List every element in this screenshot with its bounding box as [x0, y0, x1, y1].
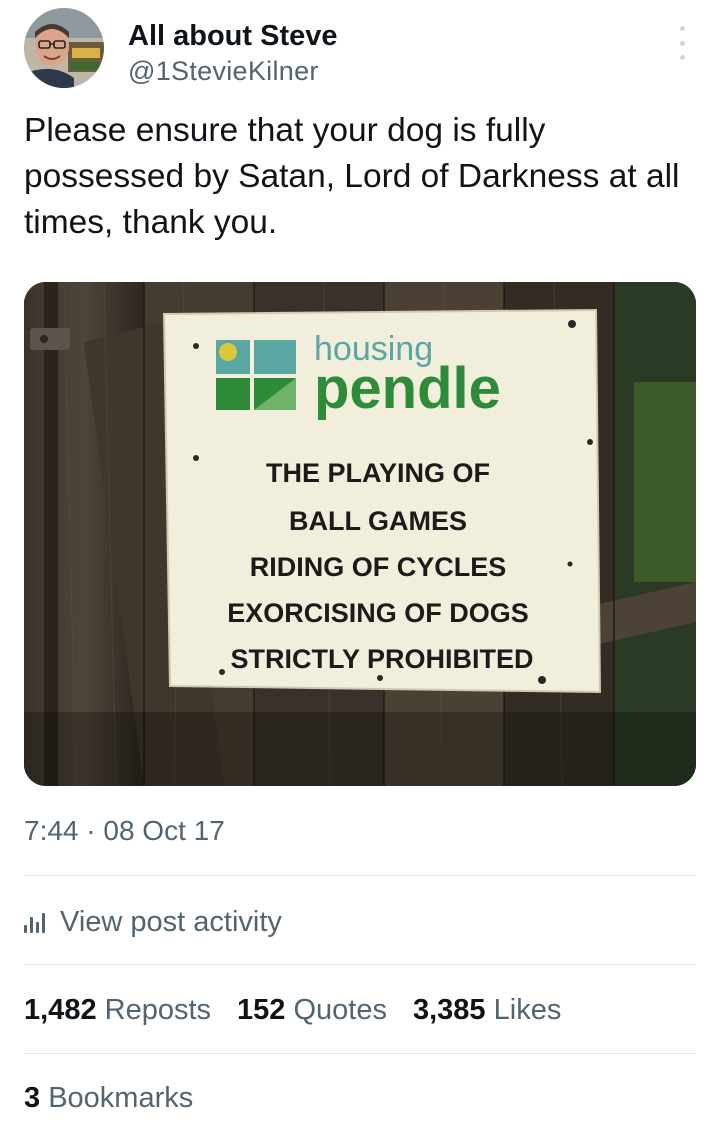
bookmarks-stat[interactable]: 3 Bookmarks — [24, 1076, 219, 1120]
post-text: Please ensure that your dog is fully pos… — [24, 112, 680, 241]
likes-count: 3,385 — [412, 993, 486, 1026]
more-options-icon[interactable] — [672, 26, 692, 60]
reposts-stat[interactable]: 1,482 Reposts — [24, 994, 211, 1027]
post-image[interactable]: housing pendle THE PLAYING OF BALL GAMES… — [24, 282, 696, 786]
reposts-count: 1,482 — [24, 993, 97, 1026]
sign-line-1: THE PLAYING OF — [266, 458, 490, 488]
quotes-count: 152 — [237, 993, 286, 1026]
view-post-activity-label: View post activity — [60, 905, 282, 938]
avatar-image — [24, 8, 104, 88]
author-handle[interactable]: @1StevieKilner — [128, 56, 319, 87]
author-avatar[interactable] — [24, 8, 104, 88]
sign-line-5: STRICTLY PROHIBITED — [230, 644, 533, 674]
post-header: All about Steve @1StevieKilner — [24, 8, 696, 92]
divider — [24, 875, 696, 876]
bookmarks-count: 3 — [24, 1081, 41, 1114]
quotes-label: Quotes — [293, 993, 387, 1026]
analytics-bars-icon — [24, 911, 46, 933]
author-name[interactable]: All about Steve — [128, 20, 338, 53]
post-stats: 1,482 Reposts 152 Quotes 3,385 Likes — [24, 988, 587, 1032]
reposts-label: Reposts — [104, 993, 212, 1026]
sign-brand-bottom: pendle — [314, 356, 501, 421]
quotes-stat[interactable]: 152 Quotes — [237, 994, 387, 1027]
bookmarks-label: Bookmarks — [48, 1081, 194, 1114]
sign-photo: housing pendle THE PLAYING OF BALL GAMES… — [24, 282, 696, 786]
post-timestamp[interactable]: 7:44 · 08 Oct 17 — [24, 815, 225, 847]
sign-line-4: EXORCISING OF DOGS — [227, 598, 529, 628]
sign-line-3: RIDING OF CYCLES — [250, 552, 507, 582]
likes-label: Likes — [493, 993, 562, 1026]
view-post-activity-button[interactable]: View post activity — [24, 900, 282, 944]
divider — [24, 1053, 696, 1054]
sign-line-2: BALL GAMES — [289, 506, 467, 536]
divider — [24, 964, 696, 965]
likes-stat[interactable]: 3,385 Likes — [413, 994, 561, 1027]
